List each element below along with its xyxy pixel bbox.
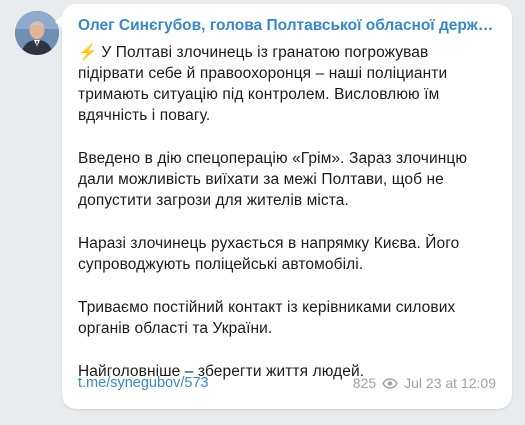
message-paragraph: Триваємо постійний контакт із керівникам…	[78, 299, 456, 337]
channel-author-name[interactable]: Олег Синєгубов, голова Полтавської облас…	[78, 16, 496, 36]
avatar[interactable]	[15, 11, 59, 55]
post-link[interactable]: t.me/synegubov/573	[78, 375, 209, 391]
eye-icon	[382, 377, 398, 389]
message-paragraph: Введено в дію спецоперацію «Грім». Зараз…	[78, 150, 468, 209]
message-meta: 825 Jul 23 at 12:09	[353, 375, 496, 391]
person-avatar-icon	[15, 11, 59, 55]
message-footer: t.me/synegubov/573 825 Jul 23 at 12:09	[78, 373, 496, 393]
message-text: ⚡ У Полтаві злочинець із гранатою погрожу…	[78, 42, 496, 382]
message-bubble: Олег Синєгубов, голова Полтавської облас…	[62, 4, 512, 409]
message-paragraph: Наразі злочинець рухається в напрямку Ки…	[78, 235, 460, 273]
message-paragraph-text: У Полтаві злочинець із гранатою погрожув…	[78, 44, 448, 124]
message-paragraph: ⚡ У Полтаві злочинець із гранатою погрожу…	[78, 42, 496, 126]
lightning-icon: ⚡	[78, 44, 98, 61]
view-count: 825	[352, 375, 377, 391]
message-timestamp[interactable]: Jul 23 at 12:09	[404, 375, 496, 391]
